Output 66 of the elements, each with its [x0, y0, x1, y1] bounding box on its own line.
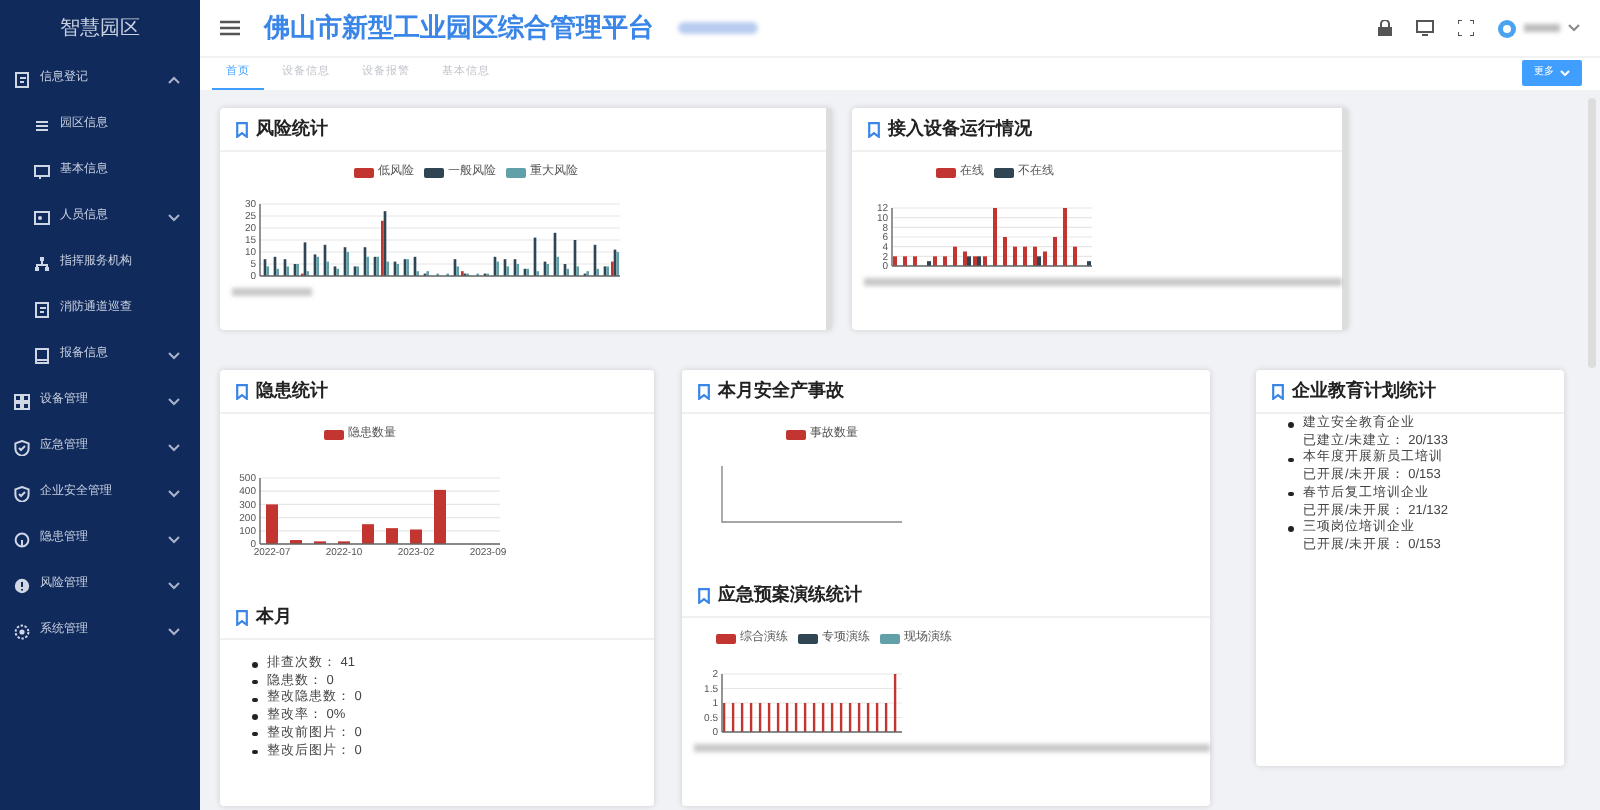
- chevron-down-icon[interactable]: [168, 627, 180, 635]
- chevron-down-icon[interactable]: [168, 443, 180, 451]
- card-title: 风险统计: [256, 115, 328, 142]
- bookmark-icon: [868, 121, 880, 137]
- id-card-icon: [34, 209, 50, 225]
- bullet-icon: [252, 697, 257, 702]
- card-title: 接入设备运行情况: [888, 115, 1032, 142]
- bullet-icon: [252, 731, 257, 737]
- card-title: 应急预案演练统计: [718, 581, 862, 608]
- document-icon: [34, 301, 50, 317]
- gear-icon: [14, 623, 30, 639]
- bar: [386, 528, 398, 544]
- book-icon: [34, 347, 50, 363]
- bookmark-icon: [236, 383, 248, 399]
- chevron-down-icon[interactable]: [168, 351, 180, 359]
- bar: [434, 489, 446, 544]
- card-title: 本月: [256, 603, 292, 630]
- card-title: 本月安全产事故: [718, 377, 844, 404]
- alert-icon: [14, 577, 30, 593]
- grid-icon: [14, 393, 30, 409]
- bullet-icon: [252, 749, 257, 755]
- chevron-down-icon[interactable]: [168, 581, 180, 589]
- monitor-icon[interactable]: [1416, 20, 1434, 36]
- board-icon: [34, 163, 50, 179]
- page-title: 佛山市新型工业园区综合管理平台: [264, 10, 654, 47]
- y-axis: [259, 203, 261, 277]
- bullet-icon: [1288, 491, 1293, 497]
- bookmark-icon: [1272, 383, 1284, 399]
- sidebar-title: 智慧园区: [60, 15, 140, 43]
- bar: [362, 524, 374, 544]
- bullet-icon: [1288, 526, 1293, 532]
- card-title: 隐患统计: [256, 377, 328, 404]
- shield-check-icon: [14, 485, 30, 501]
- chevron-down-icon[interactable]: [168, 213, 180, 221]
- chevron-up-icon[interactable]: [168, 75, 180, 83]
- lock-icon[interactable]: [1378, 20, 1392, 36]
- bookmark-icon: [698, 587, 710, 603]
- bullet-icon: [252, 714, 257, 720]
- avatar-icon[interactable]: [1498, 19, 1516, 37]
- document-icon: [14, 71, 30, 87]
- bookmark-icon: [236, 609, 248, 625]
- bookmark-icon: [236, 121, 248, 137]
- bullet-icon: [252, 679, 257, 685]
- blurred-text: [1524, 24, 1560, 32]
- blurred-text: [232, 288, 312, 296]
- y-axis: [891, 207, 893, 267]
- hierarchy-icon: [34, 255, 50, 271]
- chevron-down-icon[interactable]: [168, 397, 180, 405]
- chevron-down-icon: [1560, 70, 1570, 76]
- bookmark-icon: [698, 383, 710, 399]
- circle-icon: [14, 531, 30, 547]
- menu-icon[interactable]: [220, 20, 240, 36]
- fullscreen-icon[interactable]: [1458, 20, 1474, 36]
- bullet-icon: [1288, 422, 1293, 428]
- chevron-down-icon[interactable]: [1568, 24, 1580, 32]
- bullet-icon: [1288, 457, 1293, 462]
- card-title: 企业教育计划统计: [1292, 377, 1436, 404]
- chevron-down-icon[interactable]: [168, 489, 180, 497]
- bar: [266, 504, 278, 544]
- y-axis: [259, 477, 261, 545]
- bullet-icon: [252, 662, 257, 668]
- blurred-text: [678, 22, 758, 34]
- y-axis: [721, 673, 723, 733]
- chevron-down-icon[interactable]: [168, 535, 180, 543]
- shield-check-icon: [14, 439, 30, 455]
- list-icon: [34, 117, 50, 133]
